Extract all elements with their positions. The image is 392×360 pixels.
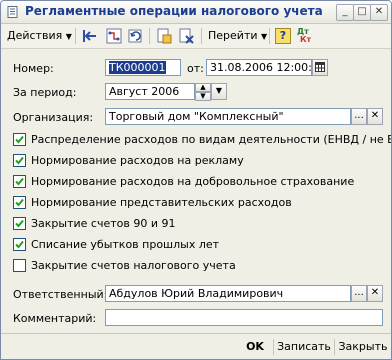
- checkbox[interactable]: [13, 154, 26, 167]
- checkbox[interactable]: [13, 259, 26, 272]
- ok-label: OK: [246, 340, 264, 353]
- period-down-button[interactable]: ▼: [195, 92, 211, 101]
- actions-menu-button[interactable]: Действия ▼: [7, 27, 72, 45]
- checkbox-label: Закрытие счетов 90 и 91: [31, 217, 176, 230]
- number-label: Номер:: [13, 62, 54, 75]
- responsible-field[interactable]: Абдулов Юрий Владимирович: [105, 285, 351, 302]
- checkbox-label: Распределение расходов по видам деятельн…: [31, 133, 392, 146]
- help-icon: ?: [279, 29, 287, 42]
- document-window: Регламентные операции налогового учета _…: [0, 0, 392, 360]
- ellipsis-icon: ...: [354, 287, 364, 298]
- document-icon: [7, 6, 18, 18]
- close-label: Закрыть: [338, 340, 388, 353]
- date-value: 31.08.2006 12:00:00: [210, 61, 312, 74]
- calendar-icon: [315, 62, 325, 72]
- checkbox[interactable]: [13, 238, 26, 251]
- dropdown-arrow-icon: ▼: [215, 86, 223, 95]
- period-label: За период:: [13, 86, 77, 99]
- checkbox-label: Нормирование расходов на добровольное ст…: [31, 175, 355, 188]
- help-button[interactable]: ?: [275, 28, 291, 44]
- maximize-icon: □: [357, 6, 367, 17]
- comment-label: Комментарий:: [13, 312, 97, 325]
- checkbox[interactable]: [13, 133, 26, 146]
- period-field[interactable]: Август 2006: [105, 83, 195, 100]
- checkmark-icon: [15, 219, 24, 228]
- checkmark-icon: [15, 198, 24, 207]
- goto-menu-button[interactable]: Перейти ▼: [208, 27, 267, 45]
- dropdown-arrow-icon: ▼: [261, 32, 268, 41]
- ellipsis-icon: ...: [354, 110, 364, 121]
- bottom-button-bar: OK Записать Закрыть: [1, 333, 391, 359]
- number-value: ТК000001: [109, 61, 166, 74]
- ok-button[interactable]: OK: [239, 338, 271, 356]
- checkmark-icon: [15, 177, 24, 186]
- organization-clear-button[interactable]: ✕: [367, 108, 383, 125]
- go-back-icon[interactable]: [81, 27, 99, 45]
- actions-menu-label: Действия: [7, 29, 63, 42]
- dt-kt-button[interactable]: Дт Кт: [297, 28, 317, 46]
- organization-value: Торговый дом "Комплексный": [109, 110, 284, 123]
- checkbox[interactable]: [13, 175, 26, 188]
- period-select-button[interactable]: ▼: [211, 83, 227, 100]
- toolbar-separator: [201, 28, 202, 44]
- post-document-icon[interactable]: [155, 27, 173, 45]
- checkbox-label: Нормирование представительских расходов: [31, 196, 292, 209]
- goto-menu-label: Перейти: [208, 29, 258, 42]
- checkbox[interactable]: [13, 217, 26, 230]
- period-up-button[interactable]: ▲: [195, 83, 211, 92]
- window-title: Регламентные операции налогового учета: [25, 4, 323, 18]
- responsible-select-button[interactable]: ...: [351, 285, 367, 302]
- dropdown-arrow-icon: ▼: [65, 32, 72, 41]
- calendar-button[interactable]: [312, 59, 328, 76]
- button-separator: [273, 339, 274, 355]
- date-label: от:: [187, 62, 204, 75]
- title-bar: Регламентные операции налогового учета _…: [1, 1, 391, 24]
- toolbar-separator: [149, 28, 150, 44]
- responsible-clear-button[interactable]: ✕: [367, 285, 383, 302]
- organization-label: Организация:: [13, 111, 94, 124]
- arrow-up-icon: ▲: [200, 83, 206, 91]
- button-separator: [334, 339, 335, 355]
- minimize-icon: _: [342, 6, 348, 17]
- toolbar-separator: [75, 28, 76, 44]
- structure-icon[interactable]: [105, 27, 123, 45]
- maximize-button[interactable]: □: [353, 4, 371, 21]
- arrow-down-icon: ▼: [200, 92, 206, 100]
- toolbar-separator: [269, 28, 270, 44]
- save-label: Записать: [277, 340, 331, 353]
- clear-icon: ✕: [370, 110, 380, 121]
- close-window-button[interactable]: ✕: [370, 4, 388, 21]
- close-icon: ✕: [374, 6, 384, 17]
- organization-field[interactable]: Торговый дом "Комплексный": [105, 108, 351, 125]
- save-button[interactable]: Записать: [276, 338, 332, 356]
- refresh-link-icon[interactable]: [127, 27, 145, 45]
- unpost-document-icon[interactable]: [177, 27, 195, 45]
- organization-select-button[interactable]: ...: [351, 108, 367, 125]
- checkbox-label: Закрытие счетов налогового учета: [31, 259, 236, 272]
- close-button[interactable]: Закрыть: [337, 338, 389, 356]
- checkmark-icon: [15, 240, 24, 249]
- period-value: Август 2006: [109, 85, 180, 98]
- checkbox[interactable]: [13, 196, 26, 209]
- responsible-value: Абдулов Юрий Владимирович: [109, 287, 284, 300]
- checkmark-icon: [15, 156, 24, 165]
- clear-icon: ✕: [370, 287, 380, 298]
- minimize-button[interactable]: _: [336, 4, 354, 21]
- toolbar: Действия ▼ Перейти ▼ ? Дт Кт: [1, 24, 391, 49]
- comment-field[interactable]: [105, 309, 383, 326]
- number-field[interactable]: ТК000001: [105, 59, 181, 76]
- date-field[interactable]: 31.08.2006 12:00:00: [206, 59, 312, 76]
- responsible-label: Ответственный:: [13, 288, 108, 301]
- dt-kt-icon-bottom: Кт: [300, 35, 312, 44]
- checkmark-icon: [15, 135, 24, 144]
- checkbox-label: Нормирование расходов на рекламу: [31, 154, 244, 167]
- checkbox-label: Списание убытков прошлых лет: [31, 238, 220, 251]
